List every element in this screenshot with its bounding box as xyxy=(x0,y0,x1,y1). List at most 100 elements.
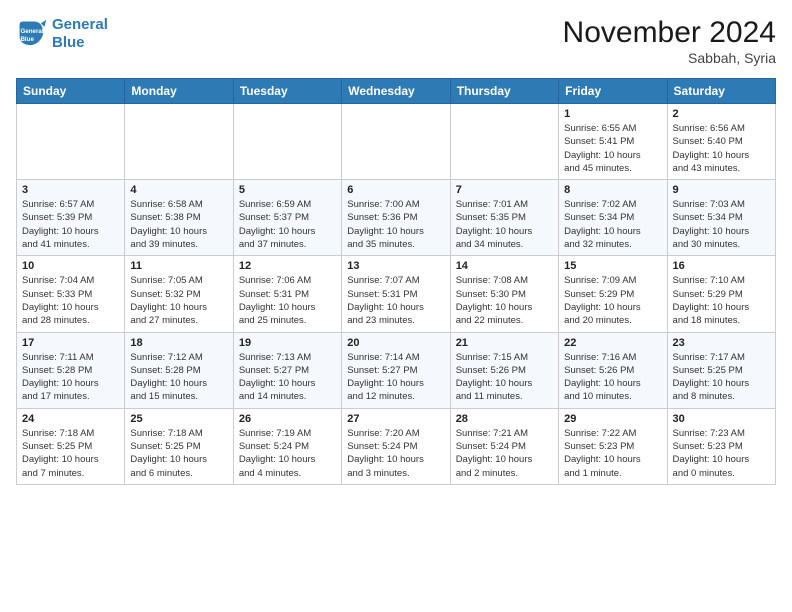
day-info: Sunrise: 7:10 AM Sunset: 5:29 PM Dayligh… xyxy=(673,274,770,327)
logo-icon: General Blue xyxy=(16,18,48,50)
calendar-cell: 10Sunrise: 7:04 AM Sunset: 5:33 PM Dayli… xyxy=(17,256,125,332)
calendar-week-row: 1 Sunrise: 6:55 AM Sunset: 5:41 PM Daylig… xyxy=(17,104,776,180)
day-number: 26 xyxy=(239,413,336,425)
day-number: 15 xyxy=(564,260,661,272)
day-number: 3 xyxy=(22,184,119,196)
calendar-week-row: 3 Sunrise: 6:57 AM Sunset: 5:39 PM Daylig… xyxy=(17,180,776,256)
day-info: Sunrise: 7:00 AM Sunset: 5:36 PM Dayligh… xyxy=(347,198,444,251)
day-info: Sunrise: 7:15 AM Sunset: 5:26 PM Dayligh… xyxy=(456,351,553,404)
day-info: Sunrise: 6:56 AM Sunset: 5:40 PM Dayligh… xyxy=(673,122,770,175)
day-info: Sunrise: 7:18 AM Sunset: 5:25 PM Dayligh… xyxy=(130,427,227,480)
calendar-cell: 4 Sunrise: 6:58 AM Sunset: 5:38 PM Daylig… xyxy=(125,180,233,256)
day-info: Sunrise: 7:18 AM Sunset: 5:25 PM Dayligh… xyxy=(22,427,119,480)
day-number: 4 xyxy=(130,184,227,196)
day-number: 13 xyxy=(347,260,444,272)
day-info: Sunrise: 7:19 AM Sunset: 5:24 PM Dayligh… xyxy=(239,427,336,480)
day-number: 11 xyxy=(130,260,227,272)
calendar-body: 1 Sunrise: 6:55 AM Sunset: 5:41 PM Daylig… xyxy=(17,104,776,485)
day-number: 6 xyxy=(347,184,444,196)
page-header: General Blue General Blue November 2024 … xyxy=(16,16,776,66)
day-info: Sunrise: 6:58 AM Sunset: 5:38 PM Dayligh… xyxy=(130,198,227,251)
day-number: 5 xyxy=(239,184,336,196)
svg-text:General: General xyxy=(20,28,43,35)
day-info: Sunrise: 7:02 AM Sunset: 5:34 PM Dayligh… xyxy=(564,198,661,251)
day-info: Sunrise: 7:12 AM Sunset: 5:28 PM Dayligh… xyxy=(130,351,227,404)
day-number: 16 xyxy=(673,260,770,272)
day-number: 8 xyxy=(564,184,661,196)
weekday-label: Thursday xyxy=(450,79,558,104)
weekday-label: Wednesday xyxy=(342,79,450,104)
day-number: 24 xyxy=(22,413,119,425)
day-number: 29 xyxy=(564,413,661,425)
calendar-cell: 24 Sunrise: 7:18 AM Sunset: 5:25 PM Dayli… xyxy=(17,408,125,484)
day-number: 7 xyxy=(456,184,553,196)
calendar-week-row: 17Sunrise: 7:11 AM Sunset: 5:28 PM Dayli… xyxy=(17,332,776,408)
title-block: November 2024 Sabbah, Syria xyxy=(563,16,776,66)
calendar-cell: 21 Sunrise: 7:15 AM Sunset: 5:26 PM Dayli… xyxy=(450,332,558,408)
calendar-cell: 13 Sunrise: 7:07 AM Sunset: 5:31 PM Dayli… xyxy=(342,256,450,332)
day-info: Sunrise: 7:06 AM Sunset: 5:31 PM Dayligh… xyxy=(239,274,336,327)
day-number: 28 xyxy=(456,413,553,425)
weekday-label: Sunday xyxy=(17,79,125,104)
day-info: Sunrise: 6:57 AM Sunset: 5:39 PM Dayligh… xyxy=(22,198,119,251)
calendar-week-row: 24 Sunrise: 7:18 AM Sunset: 5:25 PM Dayli… xyxy=(17,408,776,484)
day-number: 9 xyxy=(673,184,770,196)
day-info: Sunrise: 7:08 AM Sunset: 5:30 PM Dayligh… xyxy=(456,274,553,327)
day-info: Sunrise: 7:21 AM Sunset: 5:24 PM Dayligh… xyxy=(456,427,553,480)
calendar-cell xyxy=(450,104,558,180)
day-info: Sunrise: 6:59 AM Sunset: 5:37 PM Dayligh… xyxy=(239,198,336,251)
calendar-cell: 3 Sunrise: 6:57 AM Sunset: 5:39 PM Daylig… xyxy=(17,180,125,256)
calendar-cell: 11 Sunrise: 7:05 AM Sunset: 5:32 PM Dayli… xyxy=(125,256,233,332)
day-number: 27 xyxy=(347,413,444,425)
calendar-cell: 19Sunrise: 7:13 AM Sunset: 5:27 PM Dayli… xyxy=(233,332,341,408)
calendar-cell: 17Sunrise: 7:11 AM Sunset: 5:28 PM Dayli… xyxy=(17,332,125,408)
day-info: Sunrise: 7:17 AM Sunset: 5:25 PM Dayligh… xyxy=(673,351,770,404)
day-number: 17 xyxy=(22,337,119,349)
day-number: 10 xyxy=(22,260,119,272)
calendar-cell: 30 Sunrise: 7:23 AM Sunset: 5:23 PM Dayli… xyxy=(667,408,775,484)
month-title: November 2024 xyxy=(563,16,776,50)
day-info: Sunrise: 6:55 AM Sunset: 5:41 PM Dayligh… xyxy=(564,122,661,175)
logo-text: General Blue xyxy=(52,16,108,52)
calendar-cell: 6 Sunrise: 7:00 AM Sunset: 5:36 PM Daylig… xyxy=(342,180,450,256)
calendar-cell: 20 Sunrise: 7:14 AM Sunset: 5:27 PM Dayli… xyxy=(342,332,450,408)
weekday-label: Monday xyxy=(125,79,233,104)
day-number: 1 xyxy=(564,108,661,120)
calendar-cell: 7 Sunrise: 7:01 AM Sunset: 5:35 PM Daylig… xyxy=(450,180,558,256)
day-number: 2 xyxy=(673,108,770,120)
calendar-cell: 14 Sunrise: 7:08 AM Sunset: 5:30 PM Dayli… xyxy=(450,256,558,332)
day-info: Sunrise: 7:01 AM Sunset: 5:35 PM Dayligh… xyxy=(456,198,553,251)
weekday-label: Tuesday xyxy=(233,79,341,104)
weekday-label: Saturday xyxy=(667,79,775,104)
day-number: 30 xyxy=(673,413,770,425)
day-number: 20 xyxy=(347,337,444,349)
calendar-cell: 15 Sunrise: 7:09 AM Sunset: 5:29 PM Dayli… xyxy=(559,256,667,332)
calendar-cell: 23 Sunrise: 7:17 AM Sunset: 5:25 PM Dayli… xyxy=(667,332,775,408)
day-info: Sunrise: 7:05 AM Sunset: 5:32 PM Dayligh… xyxy=(130,274,227,327)
day-info: Sunrise: 7:07 AM Sunset: 5:31 PM Dayligh… xyxy=(347,274,444,327)
day-number: 23 xyxy=(673,337,770,349)
weekday-header-row: SundayMondayTuesdayWednesdayThursdayFrid… xyxy=(17,79,776,104)
day-number: 19 xyxy=(239,337,336,349)
calendar-cell xyxy=(17,104,125,180)
day-number: 21 xyxy=(456,337,553,349)
day-info: Sunrise: 7:20 AM Sunset: 5:24 PM Dayligh… xyxy=(347,427,444,480)
day-number: 25 xyxy=(130,413,227,425)
calendar-cell: 2 Sunrise: 6:56 AM Sunset: 5:40 PM Daylig… xyxy=(667,104,775,180)
day-number: 12 xyxy=(239,260,336,272)
calendar-cell: 5 Sunrise: 6:59 AM Sunset: 5:37 PM Daylig… xyxy=(233,180,341,256)
calendar-cell xyxy=(342,104,450,180)
calendar-cell: 26 Sunrise: 7:19 AM Sunset: 5:24 PM Dayli… xyxy=(233,408,341,484)
day-info: Sunrise: 7:23 AM Sunset: 5:23 PM Dayligh… xyxy=(673,427,770,480)
day-info: Sunrise: 7:22 AM Sunset: 5:23 PM Dayligh… xyxy=(564,427,661,480)
weekday-label: Friday xyxy=(559,79,667,104)
day-info: Sunrise: 7:09 AM Sunset: 5:29 PM Dayligh… xyxy=(564,274,661,327)
day-info: Sunrise: 7:14 AM Sunset: 5:27 PM Dayligh… xyxy=(347,351,444,404)
svg-text:Blue: Blue xyxy=(20,36,34,43)
day-info: Sunrise: 7:16 AM Sunset: 5:26 PM Dayligh… xyxy=(564,351,661,404)
calendar-cell xyxy=(233,104,341,180)
day-number: 14 xyxy=(456,260,553,272)
calendar-cell: 28 Sunrise: 7:21 AM Sunset: 5:24 PM Dayli… xyxy=(450,408,558,484)
logo: General Blue General Blue xyxy=(16,16,108,52)
day-number: 18 xyxy=(130,337,227,349)
